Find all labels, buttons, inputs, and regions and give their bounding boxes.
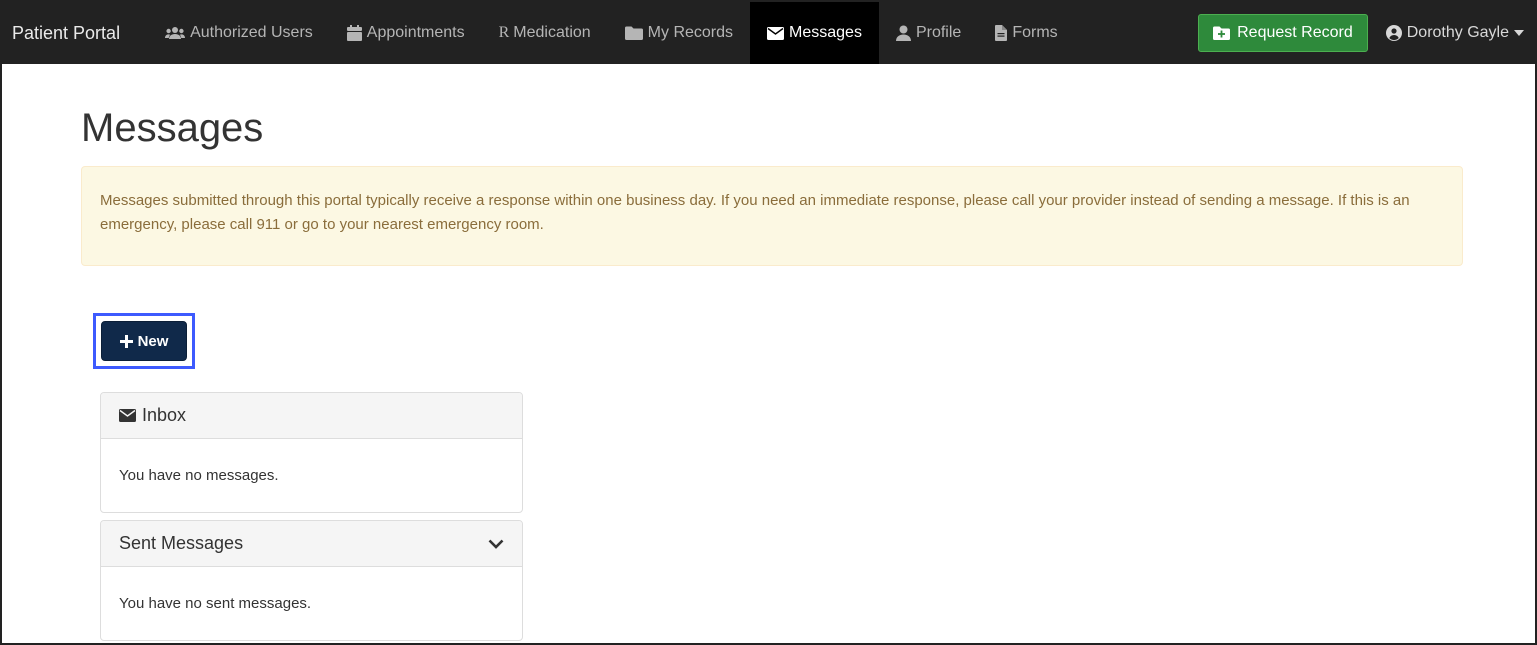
request-record-button[interactable]: Request Record (1198, 14, 1368, 52)
user-name: Dorothy Gayle (1406, 24, 1509, 41)
calendar-icon (346, 25, 362, 41)
envelope-icon (767, 26, 785, 40)
user-menu-toggle[interactable]: Dorothy Gayle (1385, 24, 1535, 42)
user-icon (895, 25, 911, 41)
sent-messages-panel: Sent Messages You have no sent messages. (100, 520, 523, 641)
plus-icon (119, 334, 133, 348)
nav-authorized-users[interactable]: Authorized Users (148, 2, 330, 64)
app-frame: Patient Portal Authorized Users Appointm… (0, 0, 1537, 645)
request-record-label: Request Record (1237, 24, 1353, 41)
inbox-heading: Inbox (101, 393, 522, 439)
folder-plus-icon (1213, 26, 1231, 40)
rx-icon: R (498, 24, 510, 41)
page-title: Messages (81, 106, 264, 150)
chevron-down-icon[interactable] (488, 539, 504, 549)
nav-messages[interactable]: Messages (750, 2, 879, 64)
inbox-heading-label: Inbox (142, 405, 187, 425)
envelope-icon (119, 409, 136, 422)
file-icon (995, 25, 1008, 41)
sent-empty-text: You have no sent messages. (119, 595, 312, 612)
nav-authorized-users-label: Authorized Users (190, 24, 313, 41)
nav-appointments-label: Appointments (366, 24, 465, 41)
nav-my-records[interactable]: My Records (608, 2, 750, 64)
users-icon (165, 27, 186, 39)
sent-messages-heading-label: Sent Messages (119, 533, 244, 553)
nav-messages-label: Messages (789, 24, 862, 41)
sent-messages-body: You have no sent messages. (101, 567, 522, 640)
inbox-empty-text: You have no messages. (119, 467, 279, 484)
sent-messages-heading[interactable]: Sent Messages (101, 521, 522, 567)
nav-profile[interactable]: Profile (879, 2, 978, 64)
nav-medication-label: Medication (513, 24, 591, 41)
nav-appointments[interactable]: Appointments (330, 2, 482, 64)
nav-medication[interactable]: R Medication (482, 2, 608, 64)
brand-link[interactable]: Patient Portal (2, 23, 130, 44)
user-circle-icon (1385, 25, 1402, 41)
folder-icon (624, 26, 643, 40)
top-navbar: Patient Portal Authorized Users Appointm… (2, 2, 1535, 64)
new-button-label: New (137, 332, 169, 350)
caret-down-icon (1514, 30, 1524, 36)
new-button-highlight: New (93, 313, 195, 369)
nav-my-records-label: My Records (647, 24, 734, 41)
nav-forms[interactable]: Forms (978, 2, 1074, 64)
inbox-panel: Inbox You have no messages. (100, 392, 523, 513)
new-message-button[interactable]: New (101, 321, 187, 361)
inbox-body: You have no messages. (101, 439, 522, 512)
response-time-alert: Messages submitted through this portal t… (81, 166, 1463, 266)
nav-profile-label: Profile (915, 24, 962, 41)
nav-forms-label: Forms (1012, 24, 1058, 41)
